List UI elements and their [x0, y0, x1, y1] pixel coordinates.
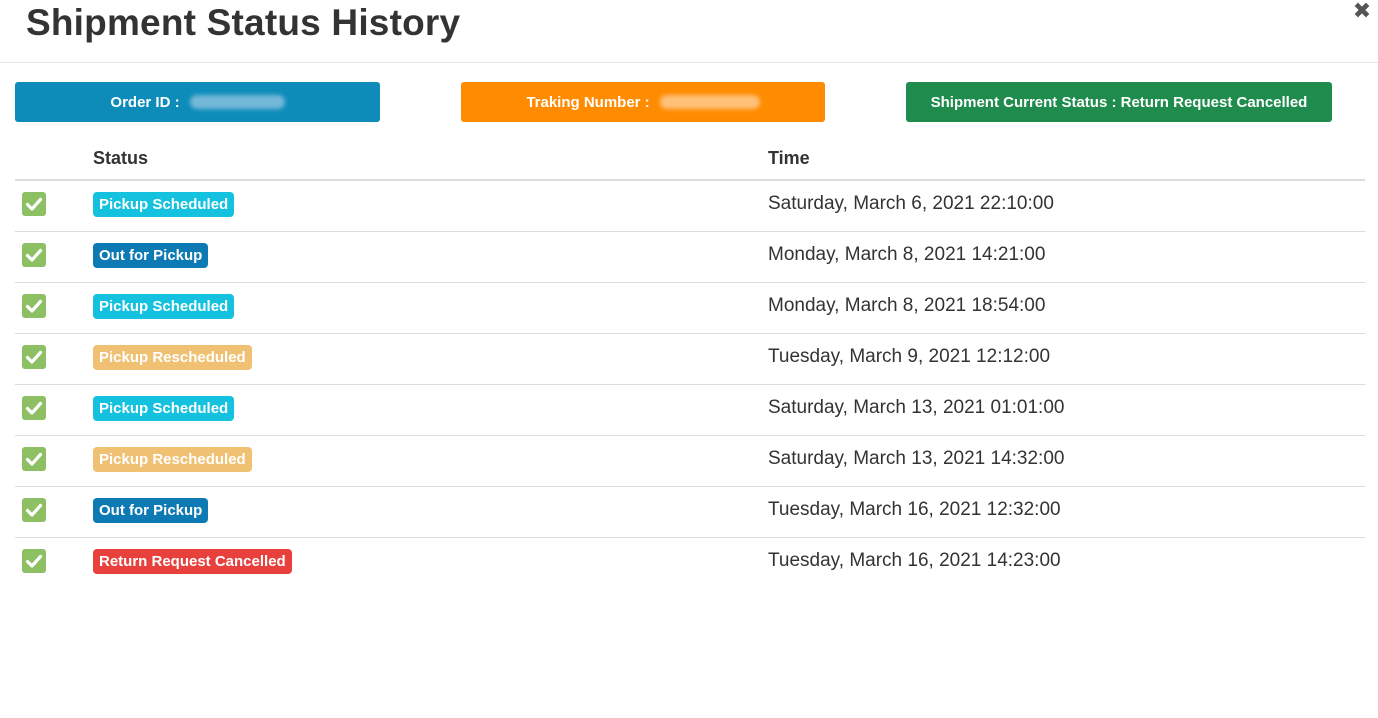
- status-history-table: Status Time Pickup Scheduled Saturday, Ma…: [15, 137, 1365, 588]
- status-time: Tuesday, March 16, 2021 12:32:00: [768, 499, 1061, 520]
- page-title: Shipment Status History: [26, 2, 461, 43]
- table-row: Pickup Rescheduled Tuesday, March 9, 2021…: [15, 334, 1365, 385]
- check-square-icon: [22, 345, 46, 369]
- status-badge: Pickup Scheduled: [93, 192, 235, 217]
- column-header-status: Status: [93, 148, 149, 168]
- status-badge: Return Request Cancelled: [93, 549, 292, 574]
- order-id-label: Order ID :: [110, 93, 180, 111]
- current-status-box: Shipment Current Status : Return Request…: [906, 82, 1332, 122]
- check-square-icon: [22, 192, 46, 216]
- table-row: Return Request Cancelled Tuesday, March 1…: [15, 538, 1365, 588]
- status-time: Saturday, March 13, 2021 14:32:00: [768, 448, 1065, 469]
- check-square-icon: [22, 294, 46, 318]
- status-badge: Pickup Rescheduled: [93, 345, 252, 370]
- status-time: Monday, March 8, 2021 18:54:00: [768, 295, 1046, 316]
- tracking-number-box: Traking Number :: [461, 82, 825, 122]
- tracking-number-label: Traking Number :: [526, 93, 650, 111]
- table-row: Pickup Scheduled Monday, March 8, 2021 18…: [15, 283, 1365, 334]
- table-row: Out for Pickup Monday, March 8, 2021 14:2…: [15, 232, 1365, 283]
- order-id-box: Order ID :: [15, 82, 380, 122]
- check-square-icon: [22, 549, 46, 573]
- status-badge: Pickup Scheduled: [93, 294, 235, 319]
- status-badge: Out for Pickup: [93, 498, 209, 523]
- check-square-icon: [22, 498, 46, 522]
- status-time: Saturday, March 6, 2021 22:10:00: [768, 193, 1054, 214]
- close-icon[interactable]: ✖: [1352, 0, 1372, 22]
- check-square-icon: [22, 396, 46, 420]
- modal-header: Shipment Status History ✖: [0, 0, 1378, 63]
- tracking-number-redacted: [659, 95, 760, 109]
- status-time: Tuesday, March 9, 2021 12:12:00: [768, 346, 1051, 367]
- column-header-time: Time: [768, 148, 810, 168]
- table-header: Status Time: [15, 137, 1365, 181]
- table-body: Pickup Scheduled Saturday, March 6, 2021 …: [15, 181, 1365, 588]
- table-row: Out for Pickup Tuesday, March 16, 2021 12…: [15, 487, 1365, 538]
- status-badge: Pickup Rescheduled: [93, 447, 252, 472]
- check-square-icon: [22, 243, 46, 267]
- current-status-label: Shipment Current Status : Return Request…: [930, 93, 1308, 111]
- status-badge: Pickup Scheduled: [93, 396, 235, 421]
- order-id-redacted: [189, 95, 285, 109]
- table-row: Pickup Scheduled Saturday, March 6, 2021 …: [15, 181, 1365, 232]
- status-badge: Out for Pickup: [93, 243, 209, 268]
- status-time: Saturday, March 13, 2021 01:01:00: [768, 397, 1065, 418]
- table-row: Pickup Rescheduled Saturday, March 13, 20…: [15, 436, 1365, 487]
- check-square-icon: [22, 447, 46, 471]
- table-row: Pickup Scheduled Saturday, March 13, 2021…: [15, 385, 1365, 436]
- status-time: Tuesday, March 16, 2021 14:23:00: [768, 550, 1061, 571]
- status-time: Monday, March 8, 2021 14:21:00: [768, 244, 1046, 265]
